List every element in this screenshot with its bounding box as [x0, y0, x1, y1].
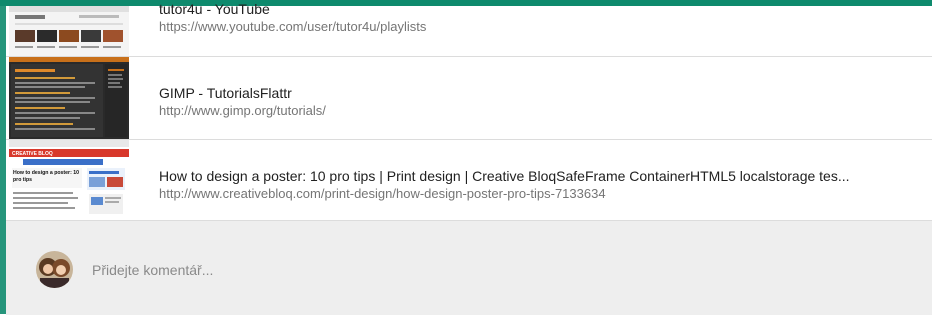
link-url[interactable]: https://www.youtube.com/user/tutor4u/pla…: [159, 18, 912, 36]
link-item-youtube[interactable]: tutor4u - YouTube https://www.youtube.co…: [6, 1, 932, 57]
comment-input[interactable]: [92, 259, 792, 281]
comment-bar: [6, 220, 932, 315]
link-url[interactable]: http://www.creativebloq.com/print-design…: [159, 185, 912, 203]
link-item-creativebloq[interactable]: CREATIVE BLOQ How to design a poster: 10…: [6, 140, 932, 219]
link-thumbnail-gimp: [9, 57, 129, 139]
link-title[interactable]: GIMP - TutorialsFlattr: [159, 84, 912, 102]
link-thumbnail-creativebloq: CREATIVE BLOQ How to design a poster: 10…: [9, 140, 129, 219]
link-title[interactable]: tutor4u - YouTube: [159, 0, 912, 18]
avatar: [36, 251, 73, 288]
link-url[interactable]: http://www.gimp.org/tutorials/: [159, 102, 912, 120]
link-title[interactable]: How to design a poster: 10 pro tips | Pr…: [159, 167, 912, 185]
link-thumbnail-youtube: [9, 6, 129, 56]
link-list: tutor4u - YouTube https://www.youtube.co…: [6, 1, 932, 219]
link-item-gimp[interactable]: GIMP - TutorialsFlattr http://www.gimp.o…: [6, 57, 932, 140]
creativebloq-logo: CREATIVE BLOQ: [12, 151, 53, 157]
